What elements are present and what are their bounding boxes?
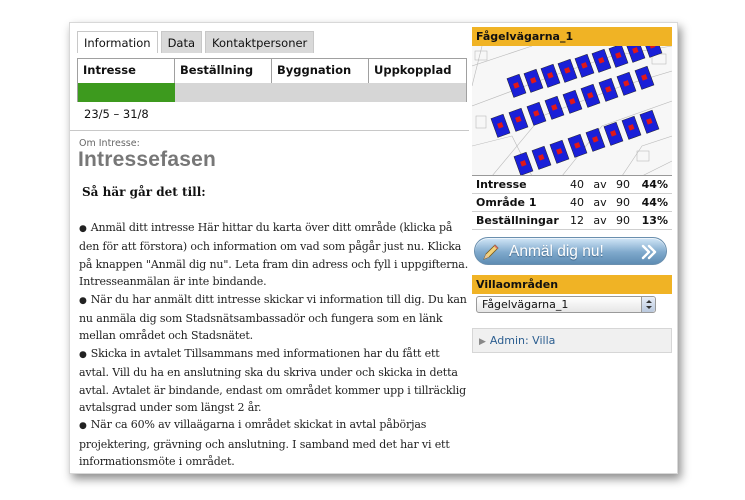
- double-chevron-right-icon: [641, 244, 657, 260]
- step-item: ● När du har anmält ditt intresse skickar…: [79, 292, 467, 343]
- tab-bar: Information Data Kontaktpersoner: [77, 31, 317, 53]
- phase-title: Intressefasen: [78, 148, 217, 171]
- how-heading: Så här går det till:: [82, 185, 206, 199]
- admin-link[interactable]: ▶ Admin: Villa: [472, 328, 672, 353]
- stats-row: Beställningar 12 av 90 13%: [472, 212, 672, 230]
- divider: [70, 130, 469, 131]
- step-item: ● Skicka in avtalet Tillsammans med infor…: [79, 346, 467, 415]
- triangle-right-icon: ▶: [479, 337, 486, 347]
- steps-list: ● Anmäl ditt intresse Här hittar du karta…: [79, 219, 469, 471]
- tab-kontaktpersoner[interactable]: Kontaktpersoner: [205, 31, 315, 53]
- map-image: [472, 46, 672, 175]
- bullet-icon: ●: [79, 224, 87, 234]
- step-item: ● Anmäl ditt intresse Här hittar du karta…: [79, 221, 469, 289]
- area-map[interactable]: [472, 46, 672, 176]
- signup-button[interactable]: Anmäl dig nu!: [474, 237, 667, 265]
- page-panel: Information Data Kontaktpersoner Intress…: [69, 22, 678, 474]
- main-column: Information Data Kontaktpersoner Intress…: [70, 23, 469, 473]
- area-title: Fågelvägarna_1: [472, 27, 672, 46]
- bullet-icon: ●: [79, 349, 87, 360]
- stage-byggnation[interactable]: Byggnation: [272, 59, 369, 83]
- step-item: ● När ca 60% av villaägarna i området ski…: [79, 418, 450, 469]
- area-stats: Intresse 40 av 90 44% Område 1 40 av 90 …: [472, 176, 672, 230]
- signup-button-label: Anmäl dig nu!: [509, 243, 604, 260]
- stage-intresse[interactable]: Intresse: [78, 59, 175, 83]
- stats-row: Intresse 40 av 90 44%: [472, 176, 672, 194]
- tab-data[interactable]: Data: [160, 31, 203, 53]
- villa-area-select[interactable]: Fågelvägarna_1: [476, 296, 656, 313]
- villa-areas-box: Villaområden Fågelvägarna_1: [472, 275, 672, 313]
- stats-row: Område 1 40 av 90 44%: [472, 194, 672, 212]
- tab-information[interactable]: Information: [77, 31, 158, 53]
- pencil-icon: [483, 244, 499, 260]
- progress-bar-fill: [78, 83, 175, 102]
- sidebar: Fågelvägarna_1 Intresse 40 av 90 44% Omr…: [472, 23, 677, 473]
- stage-bestallning[interactable]: Beställning: [175, 59, 272, 83]
- phase-progress: Intresse Beställning Byggnation Uppkoppl…: [77, 58, 467, 102]
- area-box: Fågelvägarna_1 Intresse 40 av 90 44% Omr…: [472, 27, 672, 230]
- stage-uppkopplad[interactable]: Uppkopplad: [369, 59, 466, 83]
- progress-bar: [78, 83, 466, 102]
- bullet-icon: ●: [79, 421, 87, 432]
- bullet-icon: ●: [79, 295, 87, 306]
- villa-areas-title: Villaområden: [472, 275, 672, 294]
- select-arrows-icon: [641, 297, 655, 312]
- phase-dates: 23/5 – 31/8: [84, 107, 149, 121]
